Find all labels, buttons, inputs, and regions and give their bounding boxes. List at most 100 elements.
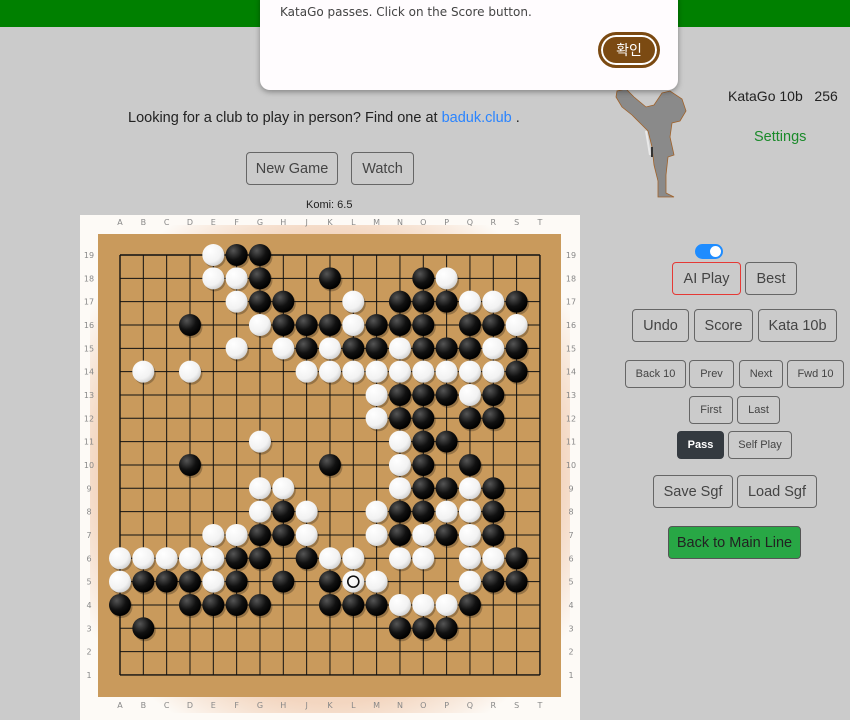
black-stone [178,593,201,616]
column-label: G [257,218,263,227]
back-to-main-line-button[interactable]: Back to Main Line [668,526,801,559]
black-stone [458,593,481,616]
column-label: R [490,218,496,227]
white-stone [412,593,435,616]
white-stone [365,383,388,406]
black-stone [458,453,481,476]
settings-link[interactable]: Settings [754,129,806,145]
black-stone [295,547,318,570]
white-stone [412,360,435,383]
dialog-ok-button[interactable]: 확인 [598,32,660,68]
black-stone [435,430,458,453]
baduk-club-link[interactable]: baduk.club [442,110,512,126]
white-stone [342,360,365,383]
column-label: M [373,701,380,710]
black-stone [482,383,505,406]
fwd10-button[interactable]: Fwd 10 [787,360,844,388]
white-stone [482,337,505,360]
row-label: 7 [568,531,573,540]
black-stone [482,477,505,500]
row-label: 1 [86,671,91,680]
black-stone [458,407,481,430]
white-stone [155,547,178,570]
kata-button[interactable]: Kata 10b [758,309,837,342]
black-stone [342,337,365,360]
engine-visits: 256 [814,88,838,104]
row-label: 5 [568,578,573,587]
row-label: 12 [566,414,576,423]
row-label: 19 [84,251,94,260]
column-label: D [187,701,193,710]
black-stone [225,570,248,593]
back10-button[interactable]: Back 10 [625,360,686,388]
white-stone [132,360,155,383]
white-stone [295,523,318,546]
white-stone [388,337,411,360]
self-play-button[interactable]: Self Play [728,431,792,459]
black-stone [225,244,248,266]
club-promo-suffix: . [511,110,520,126]
row-label: 18 [566,274,576,283]
black-stone [202,593,225,616]
black-stone [132,570,155,593]
column-label: C [164,218,170,227]
white-stone [318,360,341,383]
ai-toggle-switch[interactable] [695,244,723,259]
best-button[interactable]: Best [745,262,797,295]
first-button[interactable]: First [689,396,733,424]
white-stone [342,547,365,570]
go-board[interactable]: AABBCCDDEEFFGGHHJJKKLLMMNNOOPPQQRRSSTT19… [80,215,580,720]
next-button[interactable]: Next [739,360,783,388]
white-stone [248,430,271,453]
ai-play-button[interactable]: AI Play [672,262,741,295]
column-label: K [327,701,333,710]
column-label: M [373,218,380,227]
row-label: 3 [86,624,91,633]
save-sgf-button[interactable]: Save Sgf [653,475,733,508]
row-label: 11 [566,438,576,447]
prev-button[interactable]: Prev [689,360,734,388]
white-stone [482,290,505,313]
row-label: 6 [86,554,91,563]
load-sgf-button[interactable]: Load Sgf [737,475,817,508]
watch-button[interactable]: Watch [351,152,414,185]
engine-name: KataGo 10b [728,88,803,104]
engine-label: KataGo 10b 256 [728,88,838,104]
black-stone [318,593,341,616]
black-stone [435,383,458,406]
row-label: 9 [86,484,91,493]
row-label: 11 [84,438,94,447]
black-stone [248,523,271,546]
column-label: Q [467,218,473,227]
black-stone [365,593,388,616]
black-stone [178,570,201,593]
last-button[interactable]: Last [737,396,780,424]
club-promo-text: Looking for a club to play in person? Fi… [128,110,442,126]
pass-button[interactable]: Pass [677,431,724,459]
black-stone [295,337,318,360]
white-stone [458,500,481,523]
column-label: T [536,701,542,710]
column-label: A [117,218,123,227]
black-stone [412,337,435,360]
white-stone [109,547,131,570]
white-stone [482,360,505,383]
black-stone [505,570,528,593]
white-stone [272,337,295,360]
black-stone [435,617,458,640]
white-stone [295,360,318,383]
white-stone [318,337,341,360]
row-label: 14 [566,368,576,377]
white-stone [482,547,505,570]
row-label: 2 [568,648,573,657]
black-stone [248,267,271,290]
undo-button[interactable]: Undo [632,309,689,342]
white-stone [132,547,155,570]
black-stone [482,313,505,336]
score-button[interactable]: Score [694,309,753,342]
white-stone [202,570,225,593]
new-game-button[interactable]: New Game [246,152,338,185]
column-label: O [420,701,426,710]
column-label: L [351,218,356,227]
black-stone [295,313,318,336]
